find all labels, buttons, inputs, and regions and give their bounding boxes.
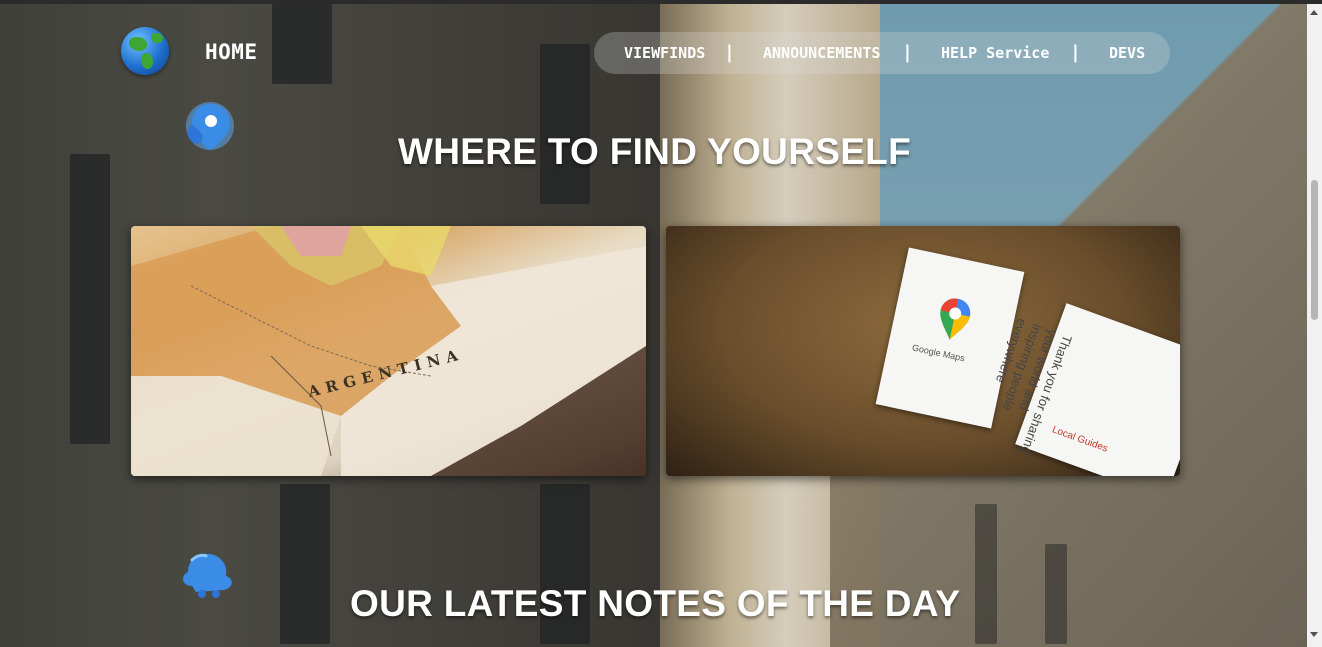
scrollbar-thumb[interactable] — [1311, 180, 1318, 320]
nav-separator: | — [902, 42, 913, 63]
nav-separator: | — [1070, 42, 1081, 63]
map-illustration — [131, 226, 646, 476]
globe-land — [141, 53, 153, 69]
local-guides-note: Thank you for sharing your world and ins… — [993, 303, 1180, 476]
google-maps-pin-icon — [940, 298, 971, 340]
location-pin-icon — [186, 102, 234, 150]
card-google-maps-image[interactable]: Google Maps Thank you for sharing your w… — [666, 226, 1180, 476]
home-link[interactable]: HOME — [205, 40, 258, 64]
nav-item-announcements[interactable]: ANNOUNCEMENTS — [763, 44, 880, 62]
google-maps-text: Google Maps — [911, 342, 966, 364]
section-title-find: WHERE TO FIND YOURSELF — [398, 130, 911, 172]
globe-icon[interactable] — [121, 27, 169, 75]
globe-land — [151, 33, 163, 43]
globe-land — [129, 37, 147, 51]
nav-item-help-service[interactable]: HELP Service — [941, 44, 1049, 62]
main-nav: VIEWFINDS | ANNOUNCEMENTS | HELP Service… — [594, 32, 1170, 74]
nav-item-viewfinds[interactable]: VIEWFINDS — [624, 44, 705, 62]
scroll-down-arrow[interactable] — [1310, 632, 1318, 637]
nav-item-devs[interactable]: DEVS — [1109, 44, 1145, 62]
nav-separator: | — [724, 42, 735, 63]
scrollbar[interactable] — [1307, 4, 1322, 647]
local-guides-brand: Local Guides — [1050, 424, 1110, 455]
scroll-up-arrow[interactable] — [1310, 10, 1318, 15]
section-title-notes: OUR LATEST NOTES OF THE DAY — [350, 582, 961, 624]
bell-blob-icon — [183, 553, 232, 598]
card-map-image[interactable]: ARGENTINA — [131, 226, 646, 476]
